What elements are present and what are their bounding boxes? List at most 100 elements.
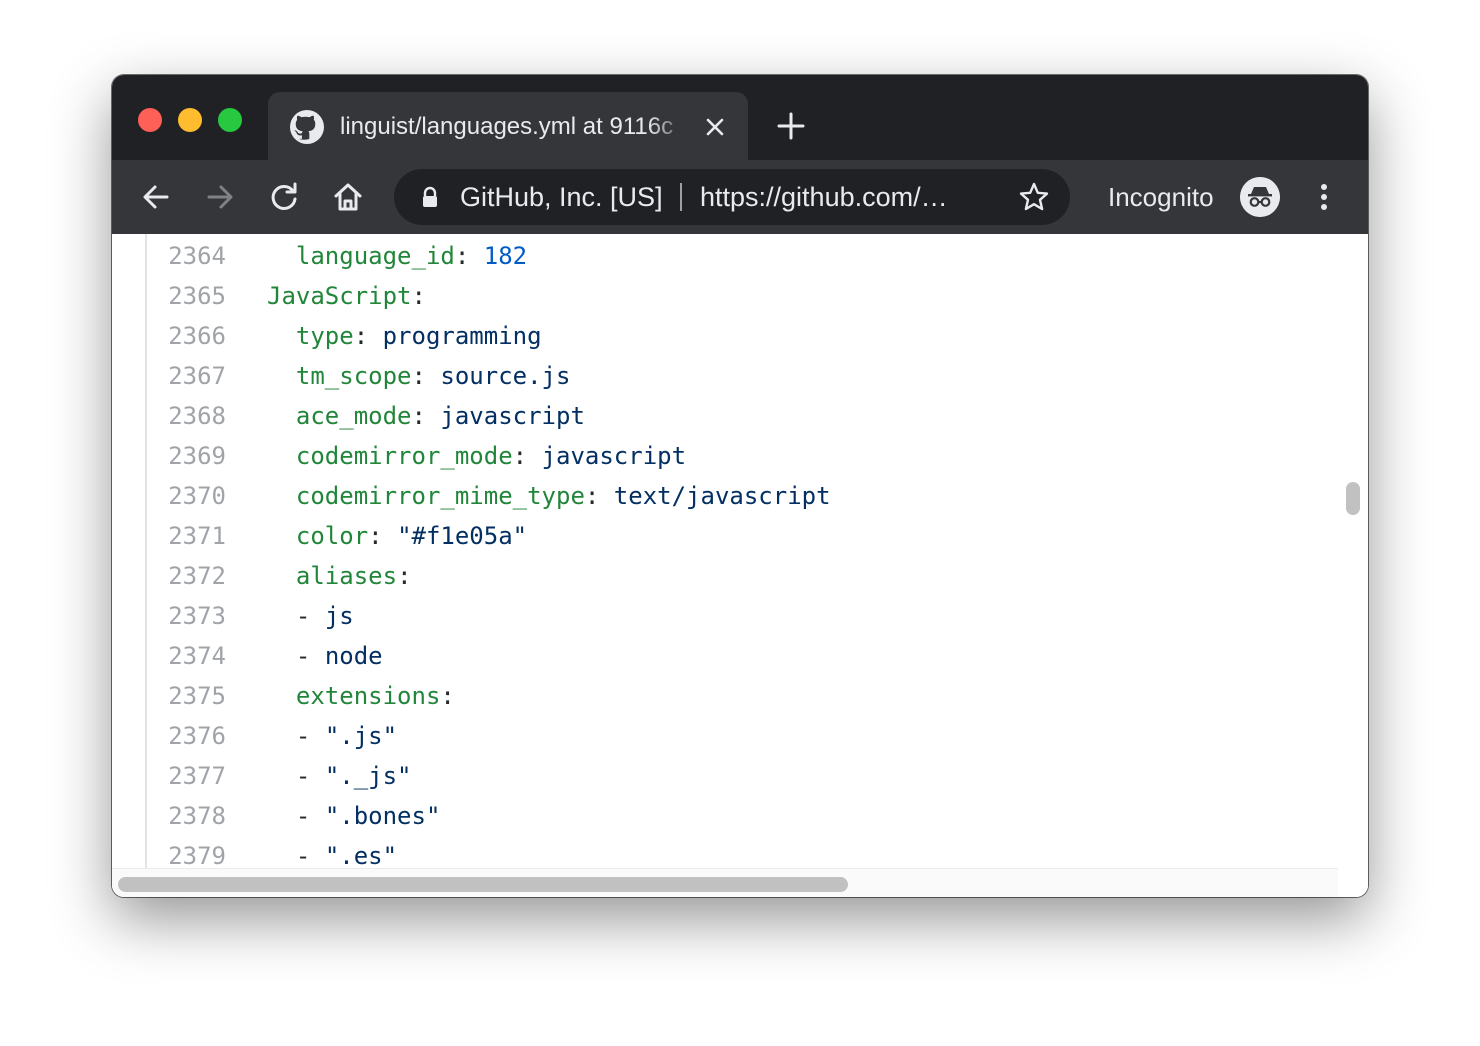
- code-text: color: "#f1e05a": [295, 522, 528, 550]
- code-line: 2377 - "._js": [147, 756, 1337, 796]
- code-text: codemirror_mime_type: text/javascript: [295, 482, 831, 510]
- line-number[interactable]: 2379: [147, 836, 226, 868]
- line-number[interactable]: 2378: [147, 796, 226, 836]
- yaml-key: codemirror_mime_type: [295, 482, 585, 510]
- zoom-window-button[interactable]: [218, 108, 242, 132]
- yaml-key: aliases: [295, 562, 398, 590]
- line-number[interactable]: 2365: [147, 276, 226, 316]
- code-view: 2364 language_id: 182 2365 JavaScript: 2366…: [145, 234, 1341, 868]
- code-text: extensions:: [295, 682, 455, 710]
- yaml-value: text/javascript: [613, 482, 831, 510]
- code-text: - ".es": [295, 842, 398, 868]
- code-text: language_id: 182: [295, 242, 528, 270]
- code-line: 2371 color: "#f1e05a": [147, 516, 1337, 556]
- plus-icon[interactable]: [774, 109, 808, 143]
- vertical-scrollbar[interactable]: [1338, 234, 1368, 897]
- line-number[interactable]: 2371: [147, 516, 226, 556]
- code-line: 2364 language_id: 182: [147, 236, 1337, 276]
- yaml-value: source.js: [440, 362, 571, 390]
- reload-icon[interactable]: [266, 179, 302, 215]
- minimize-window-button[interactable]: [178, 108, 202, 132]
- code-text: - node: [295, 642, 383, 670]
- code-line: 2379 - ".es": [147, 836, 1337, 868]
- omnibox[interactable]: GitHub, Inc. [US] https://github.com/…: [394, 169, 1070, 225]
- yaml-key: tm_scope: [295, 362, 412, 390]
- code-line: 2378 - ".bones": [147, 796, 1337, 836]
- close-icon[interactable]: [700, 112, 730, 142]
- line-number[interactable]: 2369: [147, 436, 226, 476]
- code-line: 2369 codemirror_mode: javascript: [147, 436, 1337, 476]
- page-content[interactable]: 2364 language_id: 182 2365 JavaScript: 2366…: [112, 234, 1368, 897]
- yaml-list-item: node: [324, 642, 383, 670]
- code-text: - "._js": [295, 762, 412, 790]
- browser-window: linguist/languages.yml at 9116c GitHub, …: [112, 75, 1368, 897]
- horizontal-scroll-thumb[interactable]: [118, 877, 848, 892]
- yaml-list-item: ".js": [324, 722, 398, 750]
- horizontal-scrollbar[interactable]: [112, 868, 1338, 897]
- code-line: 2370 codemirror_mime_type: text/javascri…: [147, 476, 1337, 516]
- incognito-label[interactable]: Incognito: [1108, 179, 1214, 215]
- line-number[interactable]: 2367: [147, 356, 226, 396]
- back-icon[interactable]: [138, 179, 174, 215]
- line-number[interactable]: 2370: [147, 476, 226, 516]
- code-line: 2365 JavaScript:: [147, 276, 1337, 316]
- code-text: codemirror_mode: javascript: [295, 442, 687, 470]
- yaml-value: javascript: [440, 402, 585, 430]
- tab-active[interactable]: linguist/languages.yml at 9116c: [268, 92, 748, 160]
- yaml-list-item: ".es": [324, 842, 398, 868]
- line-number[interactable]: 2374: [147, 636, 226, 676]
- code-line: 2376 - ".js": [147, 716, 1337, 756]
- code-line: 2375 extensions:: [147, 676, 1337, 716]
- line-number[interactable]: 2364: [147, 236, 226, 276]
- line-number[interactable]: 2375: [147, 676, 226, 716]
- url-text[interactable]: https://github.com/…: [700, 169, 990, 225]
- yaml-key: color: [295, 522, 369, 550]
- menu-icon[interactable]: [1310, 179, 1338, 215]
- line-number[interactable]: 2372: [147, 556, 226, 596]
- code-text: ace_mode: javascript: [295, 402, 585, 430]
- yaml-list-item: js: [324, 602, 354, 630]
- code-text: type: programming: [295, 322, 542, 350]
- yaml-key: codemirror_mode: [295, 442, 513, 470]
- code-line: 2372 aliases:: [147, 556, 1337, 596]
- code-text: tm_scope: source.js: [295, 362, 571, 390]
- line-number[interactable]: 2373: [147, 596, 226, 636]
- code-line: 2366 type: programming: [147, 316, 1337, 356]
- line-number[interactable]: 2366: [147, 316, 226, 356]
- yaml-value: programming: [382, 322, 542, 350]
- code-text: - js: [295, 602, 354, 630]
- yaml-value: "#f1e05a": [397, 522, 528, 550]
- vertical-scroll-thumb[interactable]: [1346, 482, 1360, 515]
- yaml-list-item: ".bones": [324, 802, 441, 830]
- code-line: 2368 ace_mode: javascript: [147, 396, 1337, 436]
- yaml-key: language_id: [295, 242, 455, 270]
- yaml-key: extensions: [295, 682, 441, 710]
- yaml-list-item: "._js": [324, 762, 412, 790]
- line-number[interactable]: 2376: [147, 716, 226, 756]
- yaml-value: javascript: [541, 442, 687, 470]
- yaml-key: JavaScript: [267, 282, 412, 310]
- site-identity[interactable]: GitHub, Inc. [US]: [460, 169, 666, 225]
- toolbar: GitHub, Inc. [US] https://github.com/… I…: [112, 160, 1368, 234]
- tab-title: linguist/languages.yml at 9116c: [340, 113, 674, 140]
- code-text: JavaScript:: [267, 282, 426, 310]
- code-line: 2374 - node: [147, 636, 1337, 676]
- line-number[interactable]: 2377: [147, 756, 226, 796]
- code-text: - ".bones": [295, 802, 441, 830]
- omnibox-separator: [680, 183, 682, 211]
- code-text: - ".js": [295, 722, 398, 750]
- code-line: 2373 - js: [147, 596, 1337, 636]
- lock-icon[interactable]: [418, 185, 442, 209]
- close-window-button[interactable]: [138, 108, 162, 132]
- code-text: aliases:: [295, 562, 412, 590]
- yaml-key: ace_mode: [295, 402, 412, 430]
- code-line: 2367 tm_scope: source.js: [147, 356, 1337, 396]
- home-icon[interactable]: [330, 179, 366, 215]
- line-number[interactable]: 2368: [147, 396, 226, 436]
- yaml-key: type: [295, 322, 354, 350]
- forward-icon[interactable]: [202, 179, 238, 215]
- star-icon[interactable]: [1018, 181, 1050, 213]
- tab-strip: linguist/languages.yml at 9116c: [112, 75, 1368, 160]
- github-icon: [290, 110, 324, 144]
- incognito-icon[interactable]: [1240, 177, 1280, 217]
